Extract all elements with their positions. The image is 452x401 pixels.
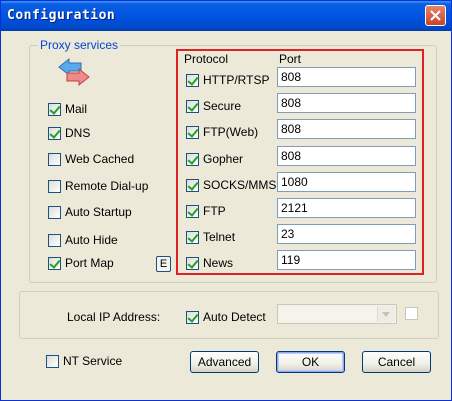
protocol-row-socks-mms[interactable]: SOCKS/MMS — [186, 178, 276, 192]
title-bar[interactable]: Configuration — [1, 1, 451, 31]
protocol-label: News — [203, 256, 234, 270]
auto-hide-label: Auto Hide — [65, 233, 118, 247]
remote-dialup-label: Remote Dial-up — [65, 179, 149, 193]
web-cached-checkbox[interactable]: Web Cached — [48, 152, 134, 166]
web-cached-check-box[interactable] — [48, 152, 61, 166]
dns-label: DNS — [65, 126, 91, 140]
protocol-label: FTP(Web) — [203, 125, 259, 139]
auto-detect-label: Auto Detect — [203, 310, 266, 324]
auto-detect-check-box[interactable] — [186, 310, 199, 324]
protocol-label: Secure — [203, 99, 242, 113]
advanced-button[interactable]: Advanced — [190, 351, 259, 373]
news-check-box[interactable] — [186, 256, 199, 270]
chevron-down-icon[interactable] — [377, 306, 395, 322]
port-input-ftp-web[interactable] — [277, 119, 416, 139]
cancel-button[interactable]: Cancel — [362, 351, 431, 373]
port-map-checkbox[interactable]: Port Map — [48, 256, 114, 270]
port-map-label: Port Map — [65, 256, 114, 270]
protocol-row-secure[interactable]: Secure — [186, 99, 241, 113]
socks-mms-check-box[interactable] — [186, 178, 199, 192]
protocol-row-ftp[interactable]: FTP — [186, 204, 226, 218]
local-ip-dropdown[interactable] — [277, 304, 397, 324]
remote-dialup-checkbox[interactable]: Remote Dial-up — [48, 179, 148, 193]
protocol-row-http-rtsp[interactable]: HTTP/RTSP — [186, 73, 269, 87]
mail-label: Mail — [65, 102, 88, 116]
web-cached-label: Web Cached — [65, 152, 135, 166]
ftp-web-check-box[interactable] — [186, 125, 199, 139]
port-map-check-box[interactable] — [48, 256, 61, 270]
remote-dialup-check-box[interactable] — [48, 179, 61, 193]
local-ip-label: Local IP Address: — [67, 310, 161, 324]
protocol-row-gopher[interactable]: Gopher — [186, 152, 243, 166]
protocol-row-ftp-web[interactable]: FTP(Web) — [186, 125, 258, 139]
secure-check-box[interactable] — [186, 99, 199, 113]
protocol-label: HTTP/RTSP — [203, 73, 270, 87]
port-input-telnet[interactable] — [277, 224, 416, 244]
protocol-label: SOCKS/MMS — [203, 178, 277, 192]
port-map-edit-button[interactable]: E — [156, 256, 171, 272]
ftp-check-box[interactable] — [186, 204, 199, 218]
port-input-http-rtsp[interactable] — [277, 67, 416, 87]
telnet-check-box[interactable] — [186, 230, 199, 244]
auto-startup-label: Auto Startup — [65, 205, 132, 219]
auto-startup-check-box[interactable] — [48, 205, 61, 219]
close-button[interactable] — [425, 5, 446, 26]
protocol-label: FTP — [203, 204, 226, 218]
dns-check-box[interactable] — [48, 126, 61, 140]
nt-service-label: NT Service — [63, 354, 123, 368]
auto-detect-checkbox[interactable]: Auto Detect — [186, 310, 266, 324]
window-title: Configuration — [7, 8, 116, 23]
protocol-row-news[interactable]: News — [186, 256, 233, 270]
auto-hide-check-box[interactable] — [48, 233, 61, 247]
auto-startup-checkbox[interactable]: Auto Startup — [48, 205, 132, 219]
port-header: Port — [279, 52, 302, 66]
dns-checkbox[interactable]: DNS — [48, 126, 90, 140]
nt-service-check-box[interactable] — [46, 354, 59, 368]
close-icon — [430, 10, 441, 21]
protocol-header: Protocol — [184, 52, 229, 66]
port-input-ftp[interactable] — [277, 198, 416, 218]
proxy-services-title: Proxy services — [38, 38, 121, 52]
configuration-dialog: Configuration Proxy services Mail DNS We… — [0, 0, 452, 401]
auto-hide-checkbox[interactable]: Auto Hide — [48, 233, 118, 247]
mail-check-box[interactable] — [48, 102, 61, 116]
port-input-socks-mms[interactable] — [277, 172, 416, 192]
mail-checkbox[interactable]: Mail — [48, 102, 87, 116]
ok-button[interactable]: OK — [276, 351, 345, 373]
local-ip-extra-checkbox[interactable] — [405, 307, 418, 320]
nt-service-checkbox[interactable]: NT Service — [46, 354, 122, 368]
port-input-secure[interactable] — [277, 93, 416, 113]
proxy-arrows-icon — [57, 57, 91, 90]
protocol-label: Telnet — [203, 230, 236, 244]
protocol-row-telnet[interactable]: Telnet — [186, 230, 235, 244]
gopher-check-box[interactable] — [186, 152, 199, 166]
protocol-label: Gopher — [203, 152, 244, 166]
port-input-gopher[interactable] — [277, 146, 416, 166]
http-rtsp-check-box[interactable] — [186, 73, 199, 87]
port-input-news[interactable] — [277, 250, 416, 270]
